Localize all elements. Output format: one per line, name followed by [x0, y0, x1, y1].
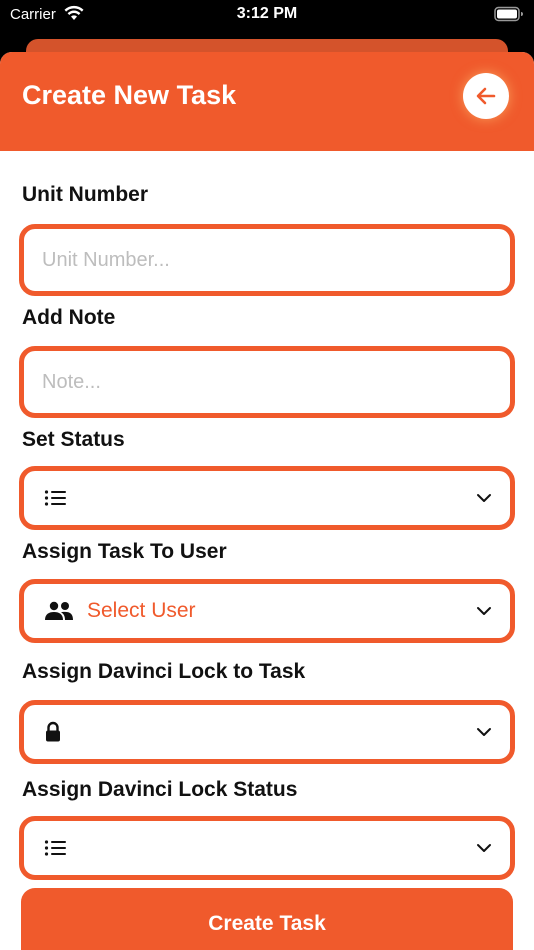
header-bar: Create New Task	[0, 52, 534, 151]
people-icon	[44, 601, 74, 621]
add-note-label: Add Note	[22, 306, 116, 329]
list-icon	[44, 839, 68, 857]
lock-status-label: Assign Davinci Lock Status	[22, 778, 298, 801]
back-button[interactable]	[463, 73, 509, 119]
create-task-sheet: Create New Task Unit Number Unit Number.…	[0, 52, 534, 950]
set-status-label: Set Status	[22, 428, 125, 451]
chevron-down-icon	[476, 606, 492, 616]
user-select[interactable]: Select User	[19, 579, 515, 643]
lock-select[interactable]	[19, 700, 515, 764]
assign-user-label: Assign Task To User	[22, 540, 227, 563]
status-select[interactable]	[19, 466, 515, 530]
unit-number-input[interactable]: Unit Number...	[19, 224, 515, 296]
create-task-button[interactable]: Create Task	[21, 888, 513, 950]
list-icon	[44, 489, 68, 507]
user-value: Select User	[87, 599, 196, 622]
unit-number-label: Unit Number	[22, 183, 148, 206]
status-time: 3:12 PM	[236, 5, 298, 22]
chevron-down-icon	[476, 843, 492, 853]
note-placeholder: Note...	[42, 371, 101, 393]
status-bar: Carrier 3:12 PM	[0, 0, 534, 30]
lock-status-select[interactable]	[19, 816, 515, 880]
lock-icon	[44, 721, 62, 743]
unit-number-placeholder: Unit Number...	[42, 249, 170, 271]
page-title: Create New Task	[22, 80, 237, 110]
arrow-left-icon	[476, 87, 496, 105]
chevron-down-icon	[476, 727, 492, 737]
battery-icon	[494, 6, 523, 22]
note-input[interactable]: Note...	[19, 346, 515, 418]
chevron-down-icon	[476, 493, 492, 503]
assign-lock-label: Assign Davinci Lock to Task	[22, 660, 306, 683]
